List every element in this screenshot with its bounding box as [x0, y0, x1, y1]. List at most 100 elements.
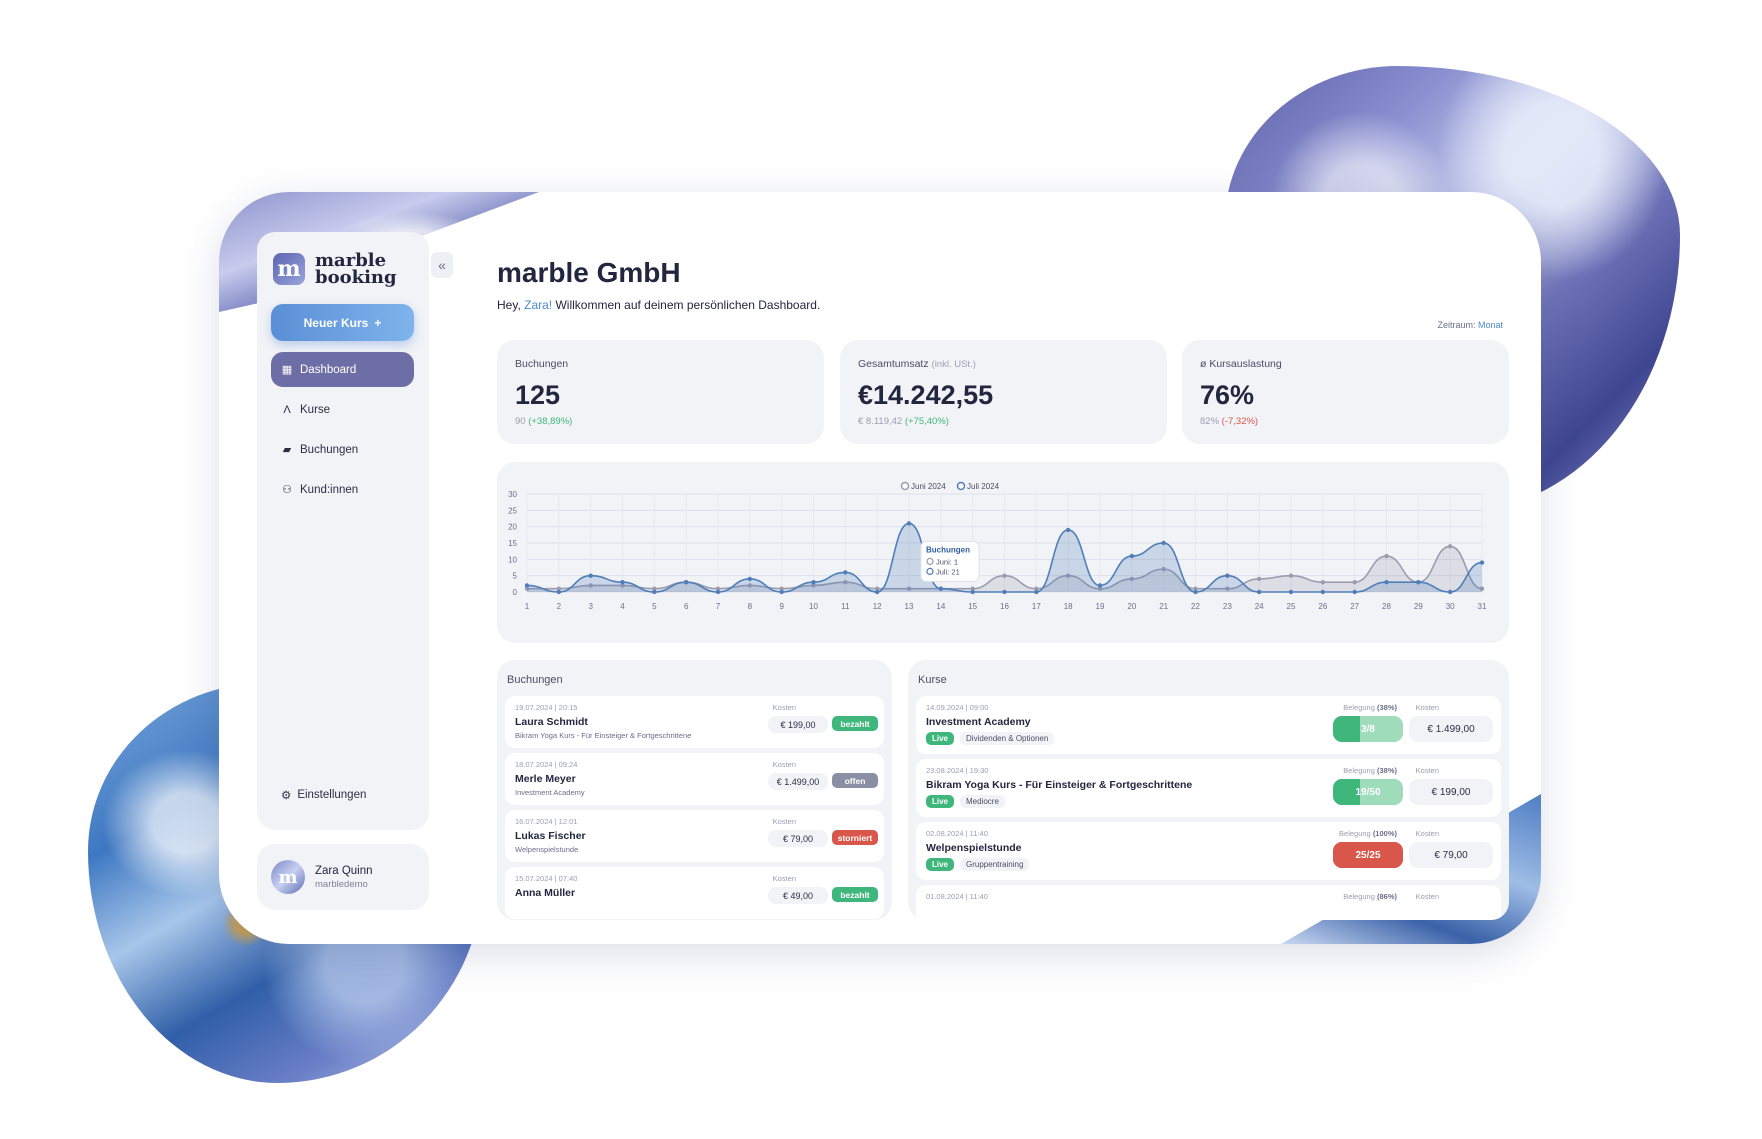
course-name: Welpenspielstunde — [926, 842, 1022, 854]
sidebar-item-label: Dashboard — [300, 363, 357, 376]
x-tick-label: 16 — [1000, 602, 1009, 611]
period-selector[interactable]: Zeitraum: Monat — [1437, 320, 1503, 330]
customers-icon: ⚇ — [282, 484, 292, 496]
status-badge: storniert — [832, 830, 878, 845]
course-date: 02.08.2024 | 11:40 — [926, 829, 988, 838]
course-row[interactable]: 01.08.2024 | 11:40 Belegung (86%) Kosten — [916, 885, 1501, 920]
x-tick-label: 26 — [1318, 602, 1327, 611]
kpi-previous: 90 — [515, 416, 526, 427]
course-tag: Mediocre — [960, 795, 1005, 808]
bookings-chart[interactable]: 0510152025301 2 3 4 5 6 7 8 9 10 11 12 13 14 15 16 17 18 1… — [497, 462, 1509, 643]
x-tick-label: 11 — [841, 602, 850, 611]
booking-date: 16.07.2024 | 12:01 — [515, 817, 578, 826]
data-point — [1256, 576, 1262, 582]
sidebar-item-kundinnen[interactable]: ⚇ Kund:innen — [271, 472, 414, 507]
x-tick-label: 9 — [779, 602, 784, 611]
cost-label: Kosten — [772, 703, 796, 712]
x-tick-label: 30 — [1446, 602, 1455, 611]
kpi-card-bookings: Buchungen 125 90 (+38,89%) — [497, 340, 824, 444]
sidebar-nav: ▦ Dashboard Λ Kurse ▰ Buchungen ⚇ Kund:i… — [271, 352, 414, 512]
y-tick-label: 10 — [508, 555, 517, 564]
sidebar-item-kurse[interactable]: Λ Kurse — [271, 392, 414, 427]
y-tick-label: 15 — [508, 539, 517, 548]
x-tick-label: 17 — [1032, 602, 1041, 611]
kpi-card-occupancy: ø Kursauslastung 76% 82% (-7,32%) — [1182, 340, 1509, 444]
brand-logo[interactable]: m marble booking — [273, 252, 397, 288]
sidebar-item-label: Buchungen — [300, 443, 359, 456]
occupancy-fill — [1333, 716, 1360, 742]
logo-line2: booking — [315, 267, 397, 288]
course-row[interactable]: 23.08.2024 | 19:30 Bikram Yoga Kurs - Für… — [916, 759, 1501, 817]
x-tick-label: 8 — [748, 602, 753, 611]
x-tick-label: 18 — [1064, 602, 1073, 611]
double-chevron-left-icon: « — [438, 257, 446, 273]
booking-cost: € 49,00 — [768, 887, 828, 904]
courses-panel: Kurse 14.09.2024 | 09:00 Investment Acade… — [908, 660, 1509, 920]
data-point — [1352, 580, 1357, 585]
folder-icon: ▰ — [282, 444, 292, 456]
course-row[interactable]: 14.09.2024 | 09:00 Investment Academy Live… — [916, 696, 1501, 754]
user-name: Zara Quinn — [315, 864, 373, 877]
kpi-change: (+75,40%) — [904, 416, 949, 427]
status-badge: bezahlt — [832, 716, 878, 731]
x-tick-label: 22 — [1191, 602, 1200, 611]
data-point — [683, 580, 689, 585]
occupancy-label: Belegung (100%) — [1339, 829, 1397, 838]
course-icon: Λ — [283, 403, 291, 416]
kpi-label: ø Kursauslastung — [1200, 358, 1282, 370]
kpi-change: (+38,89%) — [528, 416, 573, 427]
cost-label: Kosten — [772, 760, 796, 769]
kpi-value: 76% — [1200, 380, 1255, 410]
course-cost: € 79,00 — [1409, 842, 1493, 868]
cost-label: Kosten — [1415, 829, 1439, 838]
plus-icon: + — [374, 315, 382, 330]
cost-label: Kosten — [1415, 766, 1439, 775]
data-point — [1384, 580, 1389, 585]
booking-row[interactable]: 16.07.2024 | 12:01 Lukas Fischer Welpens… — [505, 810, 884, 862]
booking-row[interactable]: 15.07.2024 | 07:40 Anna Müller Kosten € … — [505, 867, 884, 919]
booking-row[interactable]: 18.07.2024 | 09:24 Merle Meyer Investmen… — [505, 753, 884, 805]
panel-title: Kurse — [918, 674, 947, 686]
course-date: 01.08.2024 | 11:40 — [926, 892, 988, 901]
x-tick-label: 23 — [1223, 602, 1232, 611]
occupancy-label: Belegung (38%) — [1343, 766, 1397, 775]
booking-date: 19.07.2024 | 20:15 — [515, 703, 578, 712]
x-tick-label: 14 — [936, 602, 945, 611]
sidebar-item-buchungen[interactable]: ▰ Buchungen — [271, 432, 414, 467]
panel-title: Buchungen — [507, 674, 563, 686]
data-point — [1097, 583, 1103, 588]
data-point — [652, 589, 657, 595]
data-point — [1065, 527, 1071, 533]
legend-label: Juni 2024 — [911, 482, 946, 491]
sidebar-item-label: Kund:innen — [300, 483, 359, 496]
live-badge: Live — [926, 795, 955, 808]
collapse-sidebar-button[interactable]: « — [431, 252, 453, 278]
kpi-value: €14.242,55 — [858, 380, 994, 410]
logo-mark-icon: m — [273, 253, 305, 285]
data-point — [747, 576, 753, 582]
tooltip-marker — [926, 557, 934, 566]
data-point — [1002, 573, 1007, 578]
new-course-button[interactable]: Neuer Kurs + — [271, 304, 414, 341]
data-point — [811, 580, 816, 585]
greeting-name: Zara! — [524, 298, 553, 312]
data-point — [1320, 580, 1326, 585]
y-tick-label: 0 — [513, 588, 518, 597]
data-point — [1352, 589, 1357, 595]
user-profile-card[interactable]: m Zara Quinn marbledemo — [257, 844, 429, 910]
x-tick-label: 13 — [905, 602, 914, 611]
occupancy-label: Belegung (38%) — [1343, 703, 1397, 712]
data-point — [524, 583, 530, 588]
sidebar: m marble booking Neuer Kurs + ▦ Dashboar… — [257, 232, 429, 830]
new-course-label: Neuer Kurs — [303, 315, 369, 330]
settings-link[interactable]: ⚙ Einstellungen — [281, 788, 366, 802]
course-row[interactable]: 02.08.2024 | 11:40 Welpenspielstunde Live G… — [916, 822, 1501, 880]
tooltip-line: Juni: 1 — [936, 557, 958, 566]
app-window: m marble booking Neuer Kurs + ▦ Dashboar… — [219, 192, 1541, 944]
booking-row[interactable]: 19.07.2024 | 20:15 Laura Schmidt Bikram … — [505, 696, 884, 748]
bookings-panel: Buchungen 19.07.2024 | 20:15 Laura Schmi… — [497, 660, 892, 920]
data-point — [1447, 589, 1453, 595]
sidebar-item-dashboard[interactable]: ▦ Dashboard — [271, 352, 414, 387]
data-point — [843, 570, 848, 575]
occupancy-value: 19/50 — [1355, 786, 1381, 798]
